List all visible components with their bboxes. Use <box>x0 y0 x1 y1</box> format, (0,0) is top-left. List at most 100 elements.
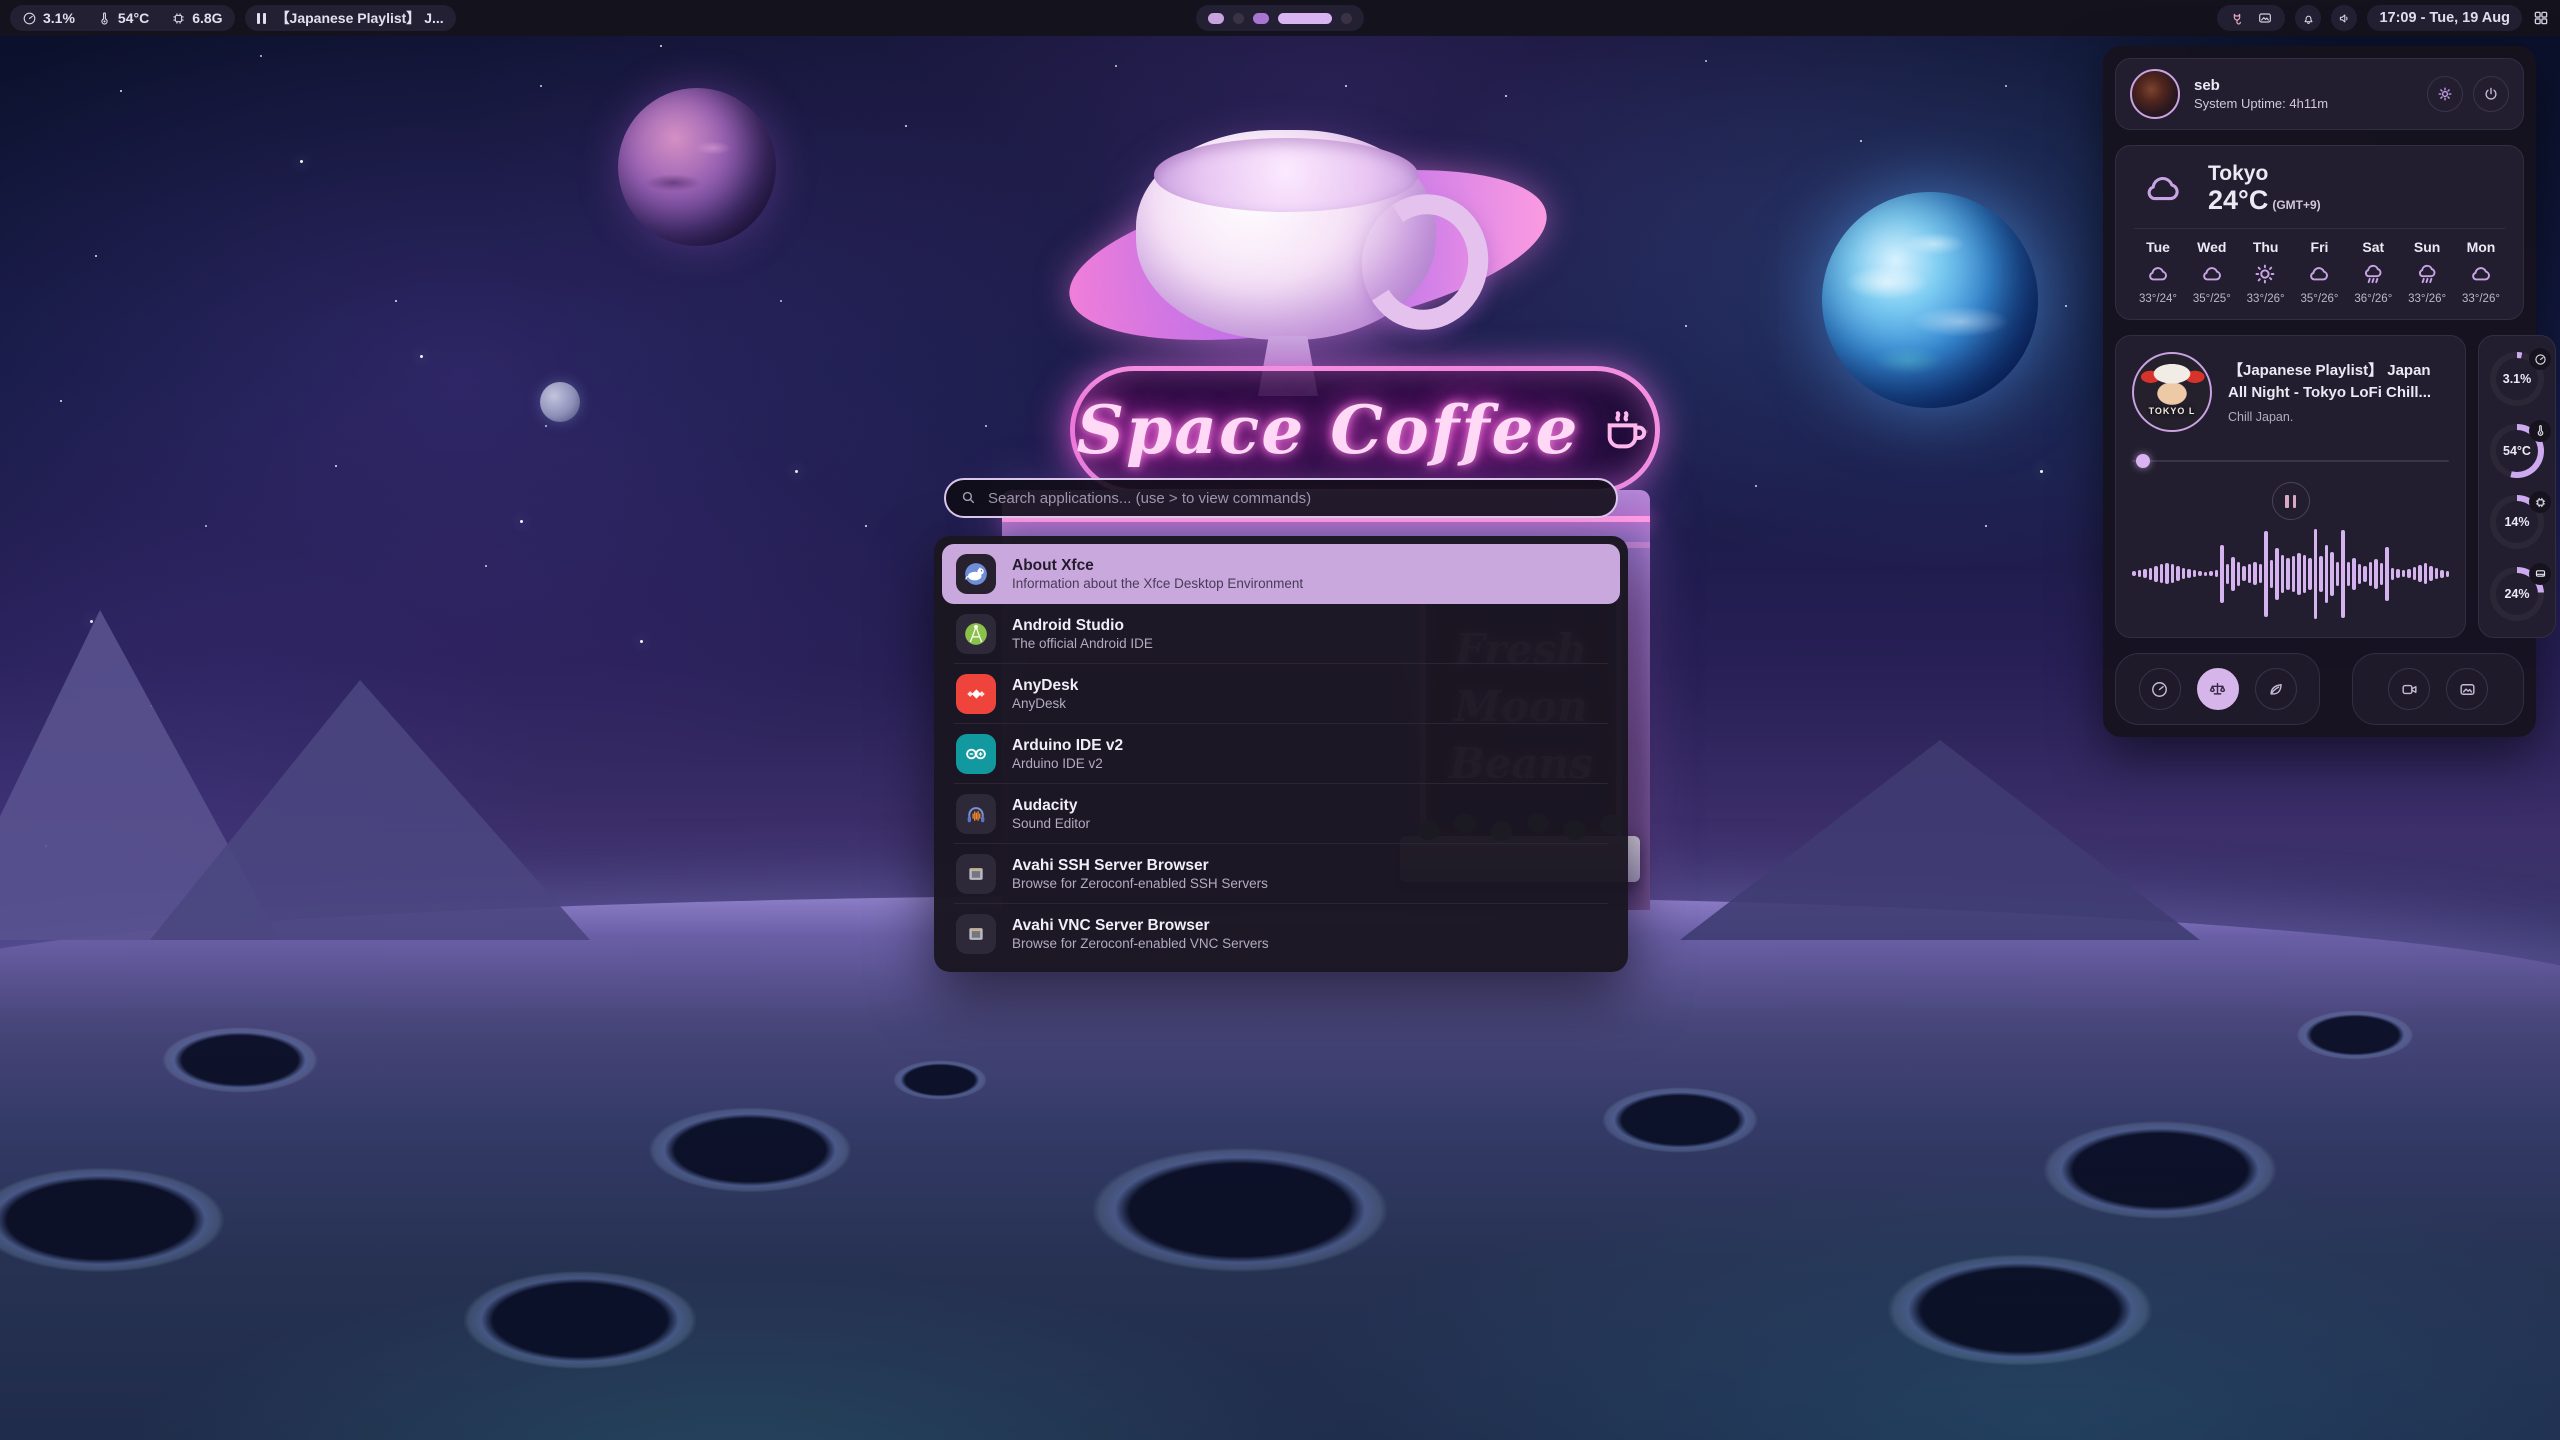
track-artist: Chill Japan. <box>2228 410 2449 424</box>
weather-temp: 24°C <box>2208 185 2268 215</box>
visualizer-bar <box>2154 566 2158 582</box>
forecast-day: Tue 33°/24° <box>2134 239 2182 305</box>
workspace-dot[interactable] <box>1341 13 1352 24</box>
volume-button[interactable] <box>2331 5 2357 31</box>
tray-icons-pill[interactable] <box>2217 5 2285 31</box>
app-row-avahi-ssh[interactable]: Avahi SSH Server Browser Browse for Zero… <box>942 844 1620 904</box>
visualizer-bar <box>2187 569 2191 578</box>
search-input[interactable] <box>944 478 1618 518</box>
user-card: seb System Uptime: 4h11m <box>2115 58 2524 130</box>
progress-track <box>2132 460 2449 462</box>
cloud-icon <box>2468 261 2494 287</box>
app-desc: The official Android IDE <box>1012 635 1153 653</box>
visualizer-bar <box>2226 564 2230 584</box>
clock[interactable]: 17:09 - Tue, 19 Aug <box>2367 5 2522 31</box>
user-name: seb <box>2194 77 2328 94</box>
mountain-ridge <box>150 680 590 940</box>
coffee-cup-icon <box>1598 402 1654 458</box>
visualizer-bar <box>2286 558 2290 590</box>
balanced-mode-button[interactable] <box>2197 668 2239 710</box>
crater <box>880 1055 1000 1105</box>
app-desc: Browse for Zeroconf-enabled SSH Servers <box>1012 875 1268 893</box>
app-launcher: About Xfce Information about the Xfce De… <box>934 478 1628 972</box>
pause-button[interactable] <box>2272 482 2310 520</box>
app-desc: Browse for Zeroconf-enabled VNC Servers <box>1012 935 1269 953</box>
performance-mode-button[interactable] <box>2139 668 2181 710</box>
visualizer-bar <box>2319 556 2323 592</box>
workspace-dot[interactable] <box>1208 13 1224 24</box>
forecast-day: Mon 33°/26° <box>2457 239 2505 305</box>
visualizer-bar <box>2303 555 2307 593</box>
powersave-mode-button[interactable] <box>2255 668 2297 710</box>
visualizer-bar <box>2429 566 2433 581</box>
visualizer-bar <box>2132 571 2136 576</box>
pause-icon <box>2285 495 2296 508</box>
visualizer-bar <box>2237 562 2241 586</box>
app-name: Arduino IDE v2 <box>1012 736 1123 755</box>
visualizer-bar <box>2396 569 2400 578</box>
system-stats-pill[interactable]: 3.1% 54°C 6.8G <box>10 5 235 31</box>
screen-record-button[interactable] <box>2388 668 2430 710</box>
picture-icon[interactable] <box>2257 10 2273 26</box>
progress-thumb[interactable] <box>2136 454 2150 468</box>
visualizer-bar <box>2325 545 2329 603</box>
visualizer-bar <box>2418 565 2422 582</box>
visualizer-bar <box>2374 559 2378 589</box>
weather-card: Tokyo 24°C(GMT+9) Tue 33°/24° Wed 35°/25… <box>2115 145 2524 320</box>
cat-icon[interactable] <box>2229 10 2245 26</box>
workspace-dot[interactable] <box>1253 13 1269 24</box>
rain-icon <box>2360 261 2386 287</box>
visualizer-bar <box>2209 571 2213 576</box>
visualizer-bar <box>2424 563 2428 584</box>
visualizer-bar <box>2352 558 2356 590</box>
visualizer-bar <box>2182 568 2186 579</box>
notifications-button[interactable] <box>2295 5 2321 31</box>
crater <box>620 1095 880 1204</box>
visualizer-bar <box>2407 569 2411 578</box>
forecast-day: Sat 36°/26° <box>2349 239 2397 305</box>
crater <box>430 1257 730 1383</box>
app-row-android-studio[interactable]: Android Studio The official Android IDE <box>942 604 1620 664</box>
speedometer-icon <box>22 11 37 26</box>
visualizer-bar <box>2149 568 2153 580</box>
chip-icon <box>171 11 186 26</box>
track-progress-bar[interactable] <box>2132 454 2449 468</box>
app-row-avahi-vnc[interactable]: Avahi VNC Server Browser Browse for Zero… <box>942 904 1620 964</box>
weather-city: Tokyo <box>2208 162 2321 185</box>
cloud-icon <box>2199 261 2225 287</box>
app-row-anydesk[interactable]: AnyDesk AnyDesk <box>942 664 1620 724</box>
forecast-day: Sun 33°/26° <box>2403 239 2451 305</box>
top-bar: 3.1% 54°C 6.8G 【Japanese Playlist】 J... … <box>0 0 2560 36</box>
app-row-about-xfce[interactable]: About Xfce Information about the Xfce De… <box>942 544 1620 604</box>
memory-gauge: 14% <box>2490 495 2544 549</box>
speedometer-icon <box>2150 680 2169 699</box>
power-button[interactable] <box>2473 76 2509 112</box>
settings-button[interactable] <box>2427 76 2463 112</box>
visualizer-bar <box>2402 570 2406 577</box>
visualizer-bar <box>2308 558 2312 590</box>
chip-icon <box>2534 496 2547 509</box>
visualizer-bar <box>2160 564 2164 583</box>
speedometer-icon <box>2534 353 2547 366</box>
app-name: Avahi SSH Server Browser <box>1012 856 1268 875</box>
app-grid-icon[interactable] <box>2532 9 2550 27</box>
thermometer-icon <box>2534 424 2547 437</box>
leaf-icon <box>2266 680 2285 699</box>
workspace-dot[interactable] <box>1233 13 1244 24</box>
android-studio-icon <box>956 614 996 654</box>
app-row-arduino[interactable]: Arduino IDE v2 Arduino IDE v2 <box>942 724 1620 784</box>
earth-planet <box>1822 192 2038 408</box>
visualizer-bar <box>2369 562 2373 586</box>
memory-usage: 6.8G <box>192 10 222 26</box>
purple-planet <box>618 88 776 246</box>
media-player-pill[interactable]: 【Japanese Playlist】 J... <box>245 5 456 31</box>
neon-sign: Space Coffee <box>1070 366 1660 494</box>
crater <box>1580 1078 1780 1162</box>
screenshot-button[interactable] <box>2446 668 2488 710</box>
visualizer-bar <box>2198 571 2202 576</box>
visualizer-bar <box>2435 568 2439 579</box>
rain-icon <box>2414 261 2440 287</box>
app-row-audacity[interactable]: Audacity Sound Editor <box>942 784 1620 844</box>
workspace-dot[interactable] <box>1278 13 1332 24</box>
visualizer-bar <box>2391 568 2395 580</box>
